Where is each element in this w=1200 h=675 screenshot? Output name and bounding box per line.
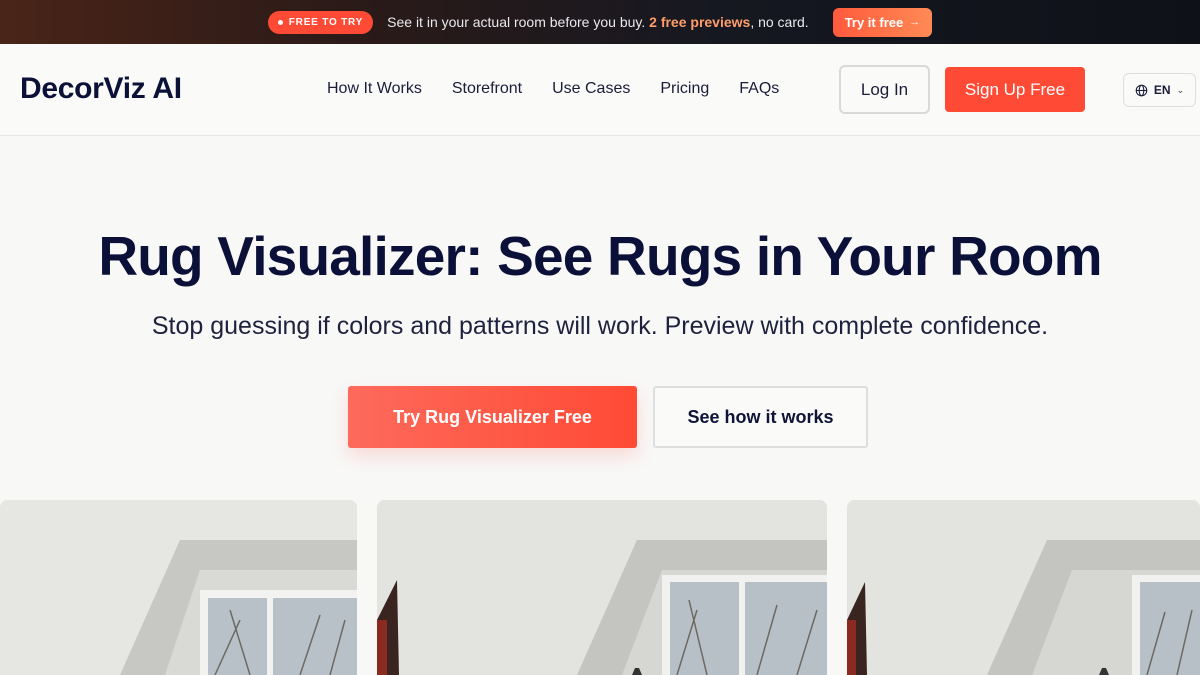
see-how-it-works-button[interactable]: See how it works: [653, 386, 868, 448]
promo-bar: FREE TO TRY See it in your actual room b…: [0, 0, 1200, 44]
try-it-free-button[interactable]: Try it free →: [832, 7, 933, 37]
nav-faqs[interactable]: FAQs: [739, 80, 779, 98]
language-selector[interactable]: EN ⌄: [1123, 73, 1196, 107]
room-photo-left: [0, 500, 357, 675]
room-photo-right: [847, 500, 1200, 675]
chevron-down-icon: ⌄: [1176, 84, 1185, 95]
badge-dot-icon: [277, 19, 283, 25]
promo-text: See it in your actual room before you bu…: [387, 14, 809, 30]
hero-subtitle: Stop guessing if colors and patterns wil…: [151, 312, 1049, 340]
promo-text-highlight: 2 free previews: [649, 14, 751, 30]
free-to-try-badge: FREE TO TRY: [267, 10, 374, 34]
nav-storefront[interactable]: Storefront: [452, 80, 522, 98]
site-header: DecorViz AI How It Works Storefront Use …: [0, 44, 1200, 136]
room-photo-center: [377, 500, 827, 675]
logo[interactable]: DecorViz AI: [20, 72, 182, 106]
gallery-card-right[interactable]: [847, 500, 1200, 675]
promo-text-before: See it in your actual room before you bu…: [387, 14, 650, 30]
page-title: Rug Visualizer: See Rugs in Your Room: [98, 225, 1102, 287]
arrow-right-icon: →: [909, 16, 921, 28]
main-nav: How It Works Storefront Use Cases Pricin…: [327, 80, 779, 98]
promo-text-after: , no card.: [750, 14, 809, 30]
signup-button[interactable]: Sign Up Free: [945, 67, 1085, 112]
login-button[interactable]: Log In: [839, 65, 930, 114]
nav-pricing[interactable]: Pricing: [660, 80, 709, 98]
try-rug-visualizer-button[interactable]: Try Rug Visualizer Free: [348, 386, 637, 448]
nav-use-cases[interactable]: Use Cases: [552, 80, 630, 98]
nav-how-it-works[interactable]: How It Works: [327, 80, 422, 98]
language-label: EN: [1153, 83, 1171, 97]
try-it-free-label: Try it free: [844, 14, 904, 30]
gallery-card-left[interactable]: [0, 500, 357, 675]
gallery-card-center[interactable]: [377, 500, 827, 675]
badge-label: FREE TO TRY: [288, 16, 364, 28]
globe-icon: [1135, 84, 1148, 96]
